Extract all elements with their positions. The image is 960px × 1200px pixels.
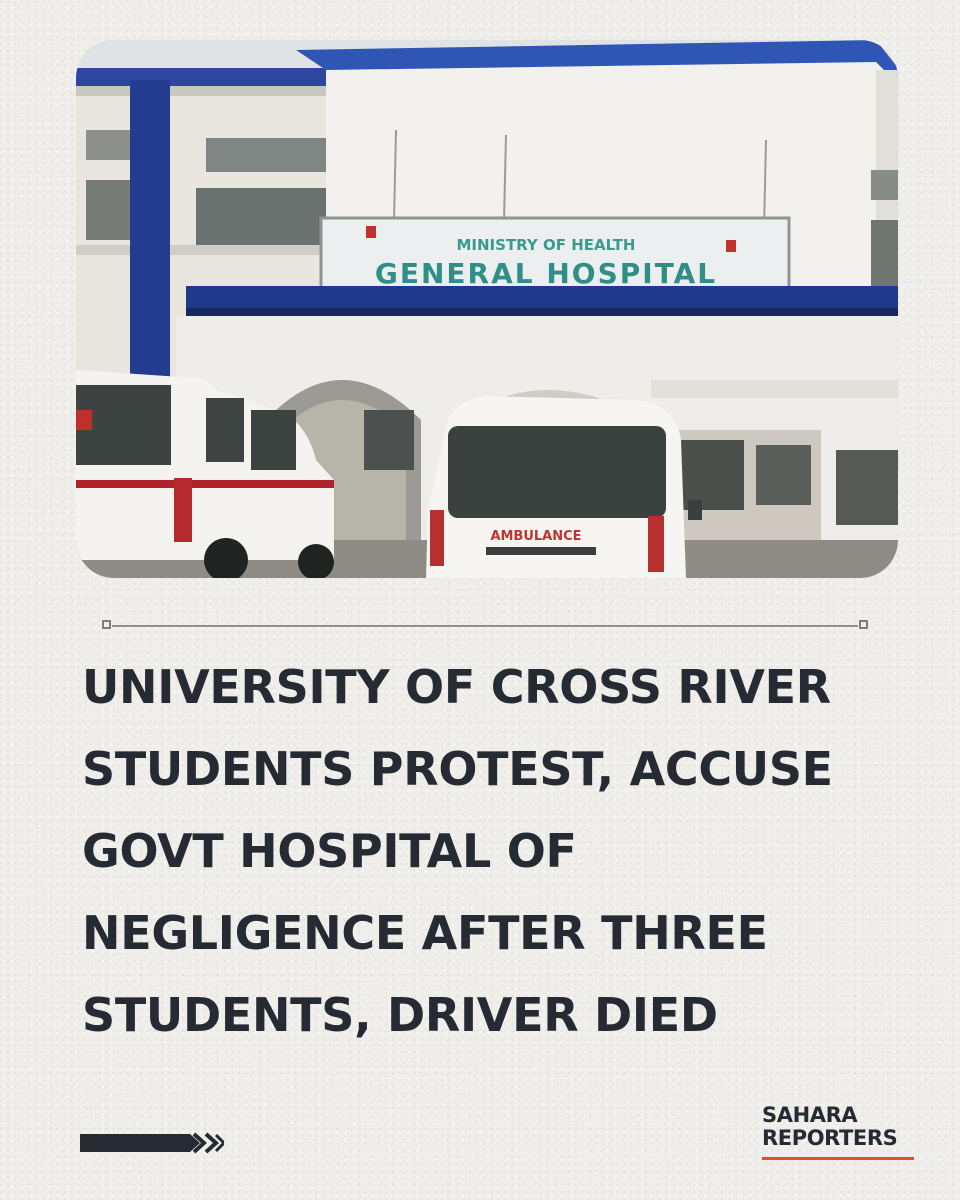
divider-line <box>112 625 858 627</box>
divider-right-cap <box>859 620 868 629</box>
van-label: AMBULANCE <box>490 529 581 544</box>
news-photo: MINISTRY OF HEALTH GENERAL HOSPITAL AMBU… <box>76 40 898 578</box>
divider <box>102 619 868 633</box>
logo-line2: REPORTERS <box>762 1126 898 1150</box>
hospital-photo-illustration: MINISTRY OF HEALTH GENERAL HOSPITAL AMBU… <box>76 40 898 578</box>
sahara-reporters-logo: SAHARA REPORTERS <box>762 1104 914 1162</box>
sign-line2: GENERAL HOSPITAL <box>375 257 717 290</box>
logo-line1: SAHARA <box>762 1103 858 1127</box>
logo-underline <box>762 1157 914 1160</box>
arrow-bar-icon <box>80 1132 224 1154</box>
sign-line1: MINISTRY OF HEALTH <box>457 236 636 254</box>
divider-left-cap <box>102 620 111 629</box>
headline: UNIVERSITY OF CROSS RIVER STUDENTS PROTE… <box>82 660 833 1042</box>
